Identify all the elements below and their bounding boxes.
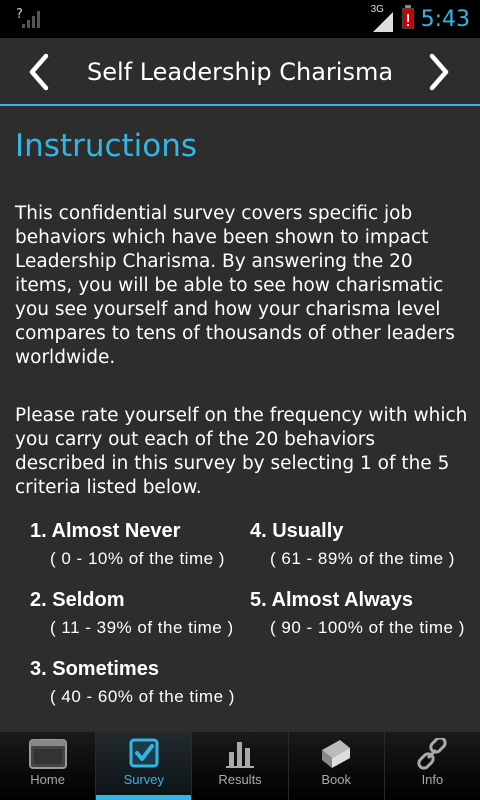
criteria-almost-never: 1. Almost Never ( 0 - 10% of the time ) (30, 520, 225, 569)
tab-label: Survey (123, 772, 165, 787)
home-window-icon (28, 739, 67, 769)
bar-chart-icon (226, 742, 254, 768)
criteria-range: ( 0 - 10% of the time ) (50, 549, 225, 568)
chevron-right-icon (429, 53, 449, 91)
section-heading: Instructions (15, 128, 198, 164)
battery-icon (401, 5, 415, 33)
tab-label: Results (218, 772, 262, 787)
tab-label: Info (421, 772, 444, 787)
bottom-tab-bar: Home Survey Results Book Info (0, 732, 480, 800)
criteria-range: ( 61 - 89% of the time ) (270, 549, 455, 568)
tab-survey[interactable]: Survey (96, 732, 193, 800)
criteria-range: ( 40 - 60% of the time ) (50, 687, 235, 706)
criteria-range: ( 90 - 100% of the time ) (270, 618, 465, 637)
rating-paragraph: Please rate yourself on the frequency wi… (15, 405, 468, 498)
criteria-label: 1. Almost Never (30, 520, 181, 542)
tab-home[interactable]: Home (0, 732, 97, 800)
intro-paragraph: This confidential survey covers specific… (15, 203, 455, 368)
criteria-label: 3. Sometimes (30, 658, 159, 680)
page-title: Self Leadership Charisma (86, 58, 394, 86)
criteria-seldom: 2. Seldom ( 11 - 39% of the time ) (30, 589, 234, 638)
criteria-label: 4. Usually (250, 520, 344, 542)
cell-signal-icon: 3G (369, 4, 395, 32)
criteria-almost-always: 5. Almost Always ( 90 - 100% of the time… (250, 589, 465, 638)
status-bar: ? 3G 5:43 (0, 0, 480, 38)
tab-label: Book (321, 772, 352, 787)
criteria-usually: 4. Usually ( 61 - 89% of the time ) (250, 520, 455, 569)
instructions-content[interactable]: Instructions This confidential survey co… (0, 108, 480, 732)
criteria-label: 5. Almost Always (250, 589, 414, 611)
criteria-sometimes: 3. Sometimes ( 40 - 60% of the time ) (30, 658, 235, 707)
tab-label: Home (30, 772, 65, 787)
tab-info[interactable]: Info (385, 732, 480, 800)
criteria-label: 2. Seldom (30, 589, 125, 611)
book-icon (322, 740, 351, 768)
title-bar: Self Leadership Charisma (0, 38, 480, 106)
criteria-range: ( 11 - 39% of the time ) (50, 618, 234, 637)
link-icon (417, 738, 448, 770)
clock-time: 5:43 (420, 6, 470, 32)
checkbox-icon (129, 738, 159, 768)
next-button[interactable] (418, 52, 458, 92)
tab-results[interactable]: Results (192, 732, 289, 800)
tab-book[interactable]: Book (289, 732, 385, 800)
svg-text:?: ? (16, 7, 23, 22)
signal-unknown-icon: ? (16, 6, 40, 34)
